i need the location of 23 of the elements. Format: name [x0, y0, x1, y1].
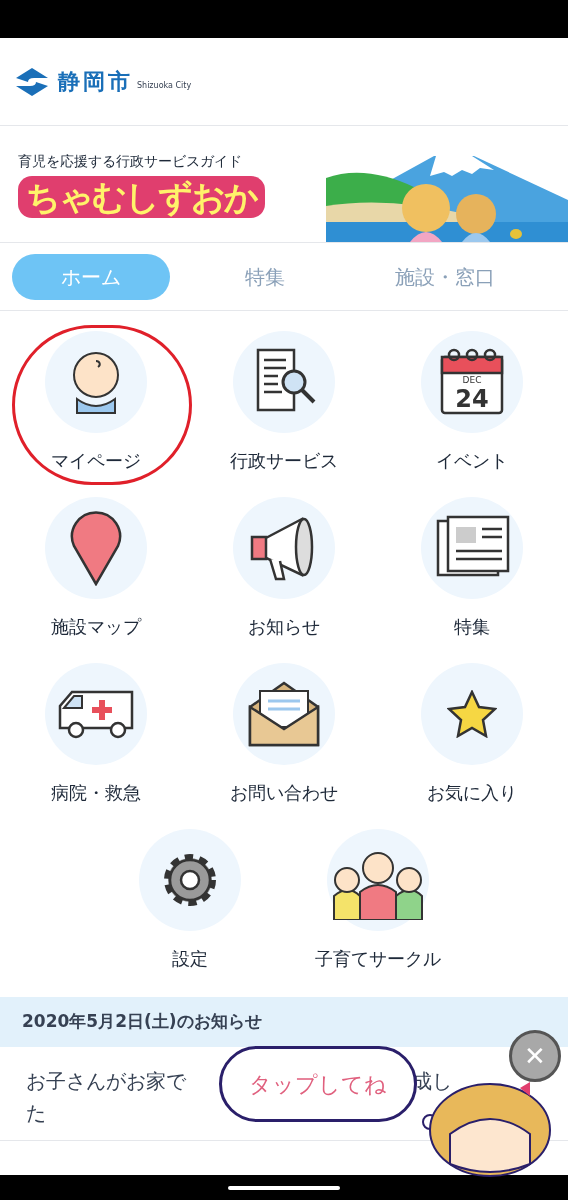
app-name: ちゃむしずおか: [18, 175, 265, 218]
menu-item[interactable]: お気に入り: [378, 663, 566, 819]
envelope-icon: [246, 679, 322, 749]
menu-item[interactable]: 子育てサークル: [284, 829, 472, 985]
notice-text: た: [26, 1100, 47, 1127]
notice-date-heading: 2020年5月2日(土)のお知らせ: [22, 1010, 262, 1034]
city-name-english: Shizuoka City: [137, 79, 192, 92]
menu-item[interactable]: お問い合わせ: [190, 663, 378, 819]
menu-item[interactable]: 特集: [378, 497, 566, 653]
banner-tagline: 育児を応援する行政サービスガイド: [18, 151, 243, 171]
city-logo-icon: [14, 65, 50, 98]
menu-item[interactable]: マイページ: [2, 331, 190, 487]
map-pin-icon: [68, 510, 124, 586]
menu-item[interactable]: お知らせ: [190, 497, 378, 653]
home-indicator[interactable]: [228, 1185, 340, 1190]
menu-item[interactable]: DEC 24 イベント: [378, 331, 566, 487]
menu-item[interactable]: 行政サービス: [190, 331, 378, 487]
menu-item[interactable]: 設定: [96, 829, 284, 985]
menu-item[interactable]: 病院・救急: [2, 663, 190, 819]
menu-item[interactable]: 施設マップ: [2, 497, 190, 653]
star-icon: [447, 690, 497, 738]
notice-text: お子さんがお家で: [26, 1069, 186, 1093]
city-name: 静岡市: [58, 68, 133, 96]
